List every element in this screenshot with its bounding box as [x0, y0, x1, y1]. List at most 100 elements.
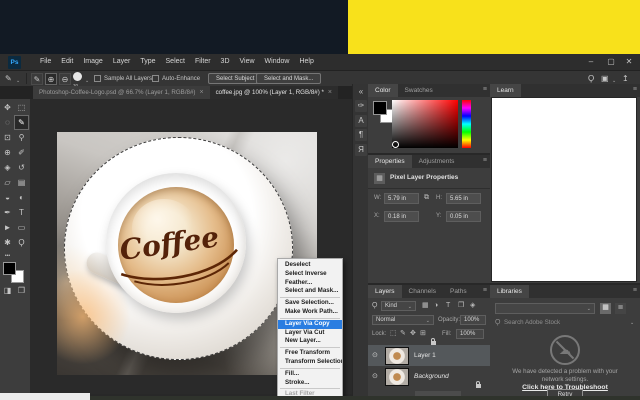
- context-menu-item-deselect[interactable]: Deselect: [278, 261, 342, 270]
- layer-visibility-eye-icon[interactable]: ⊙: [372, 352, 378, 359]
- close-tab-icon[interactable]: ×: [328, 86, 332, 99]
- layer-name[interactable]: Background: [414, 373, 449, 381]
- context-menu-item-select-inverse[interactable]: Select Inverse: [278, 270, 342, 279]
- tab-layers[interactable]: Layers: [368, 285, 402, 298]
- tab-properties[interactable]: Properties: [368, 155, 412, 168]
- zoom-tool[interactable]: Ϙ: [15, 236, 28, 249]
- foreground-color-swatch[interactable]: [3, 262, 16, 275]
- path-selection-tool[interactable]: ►: [1, 221, 14, 234]
- document-tab-active[interactable]: coffee.jpg @ 100% (Layer 1, RGB/8#) * ×: [210, 86, 338, 99]
- layer-filter-kind-dropdown[interactable]: Kind ⌄: [381, 301, 416, 311]
- eraser-tool[interactable]: ▱: [1, 176, 14, 189]
- lock-artboard-icon[interactable]: ⊞: [420, 329, 426, 339]
- layer-visibility-eye-icon[interactable]: ⊙: [372, 373, 378, 380]
- lock-transparency-icon[interactable]: ⬚: [390, 329, 397, 339]
- layer-thumbnail[interactable]: [385, 347, 409, 365]
- fill-dropdown[interactable]: 100%: [456, 329, 484, 339]
- clone-stamp-tool[interactable]: ◈: [1, 161, 14, 174]
- foreground-color-swatch[interactable]: [373, 101, 387, 115]
- minimize-button[interactable]: –: [582, 54, 600, 70]
- lock-paint-icon[interactable]: ✎: [400, 329, 406, 339]
- menu-type[interactable]: Type: [135, 54, 160, 70]
- panel-menu-icon[interactable]: ≡: [483, 86, 487, 93]
- context-menu-item-fill[interactable]: Fill...: [278, 370, 342, 379]
- panel-menu-icon[interactable]: ≡: [483, 287, 487, 294]
- paragraph-panel-icon[interactable]: ¶: [355, 129, 367, 141]
- filter-pixel-layers-icon[interactable]: ▦: [422, 301, 429, 311]
- select-subject-button[interactable]: Select Subject: [208, 73, 262, 84]
- context-menu-item-stroke[interactable]: Stroke...: [278, 379, 342, 388]
- menu-window[interactable]: Window: [260, 54, 295, 70]
- sample-all-layers-checkbox[interactable]: [94, 75, 101, 82]
- panel-menu-icon[interactable]: ≡: [633, 287, 637, 294]
- pen-tool[interactable]: ✒: [1, 206, 14, 219]
- library-selector-dropdown[interactable]: ⌄: [495, 303, 595, 314]
- context-menu-item-feather[interactable]: Feather...: [278, 279, 342, 288]
- layer-row-layer1[interactable]: ⊙ Layer 1: [368, 345, 490, 366]
- quick-mask-icon[interactable]: ◨: [1, 284, 14, 297]
- history-brush-tool[interactable]: ↺: [15, 161, 28, 174]
- width-field[interactable]: 5.79 in: [384, 193, 419, 204]
- filter-shape-layers-icon[interactable]: ❐: [458, 301, 464, 311]
- panel-menu-icon[interactable]: ≡: [633, 86, 637, 93]
- menu-layer[interactable]: Layer: [108, 54, 136, 70]
- filter-adjustment-layers-icon[interactable]: ◑: [434, 301, 438, 311]
- tab-color[interactable]: Color: [368, 84, 398, 97]
- context-menu-item-free-transform[interactable]: Free Transform: [278, 349, 342, 358]
- menu-image[interactable]: Image: [78, 54, 107, 70]
- brush-tool[interactable]: ✐: [15, 146, 28, 159]
- context-menu-item-save-selection[interactable]: Save Selection...: [278, 299, 342, 308]
- saturation-brightness-picker[interactable]: [392, 100, 458, 148]
- tab-channels[interactable]: Channels: [402, 285, 443, 298]
- link-dimensions-icon[interactable]: ⧉: [424, 193, 429, 203]
- filter-type-layers-icon[interactable]: T: [446, 301, 450, 311]
- tab-paths[interactable]: Paths: [443, 285, 474, 298]
- list-view-icon[interactable]: ≣: [615, 303, 626, 314]
- subtract-from-selection-mode-icon[interactable]: ⊖: [59, 73, 71, 85]
- quick-selection-tool[interactable]: ✎: [15, 116, 28, 129]
- select-and-mask-button[interactable]: Select and Mask...: [256, 73, 321, 84]
- maximize-button[interactable]: ▢: [602, 54, 620, 70]
- context-menu-item-layer-via-copy[interactable]: Layer Via Copy: [278, 320, 342, 329]
- menu-filter[interactable]: Filter: [190, 54, 216, 70]
- menu-3d[interactable]: 3D: [216, 54, 235, 70]
- marquee-tool[interactable]: ⬚: [15, 101, 28, 114]
- menu-help[interactable]: Help: [294, 54, 318, 70]
- tab-swatches[interactable]: Swatches: [398, 84, 440, 97]
- menu-file[interactable]: File: [35, 54, 56, 70]
- grid-view-icon[interactable]: ▦: [600, 303, 611, 314]
- layer-name[interactable]: Layer 1: [414, 352, 436, 360]
- hue-slider[interactable]: [462, 100, 471, 148]
- menu-edit[interactable]: Edit: [56, 54, 78, 70]
- opacity-dropdown[interactable]: 100%: [460, 315, 486, 325]
- filter-smart-objects-icon[interactable]: ◈: [470, 301, 475, 311]
- blur-tool[interactable]: ◒: [1, 191, 14, 204]
- auto-enhance-checkbox[interactable]: [152, 75, 159, 82]
- context-menu-item-transform-selection[interactable]: Transform Selection: [278, 358, 342, 367]
- close-tab-icon[interactable]: ×: [199, 86, 203, 99]
- document-tab-inactive[interactable]: Photoshop-Coffee-Logo.psd @ 66.7% (Layer…: [33, 86, 210, 99]
- close-button[interactable]: ✕: [620, 54, 638, 70]
- new-selection-mode-icon[interactable]: ✎: [31, 73, 43, 85]
- add-to-selection-mode-icon[interactable]: ⊕: [45, 73, 57, 85]
- crop-tool[interactable]: ⊡: [1, 131, 14, 144]
- x-field[interactable]: 0.18 in: [384, 211, 419, 222]
- context-menu-item-make-work-path[interactable]: Make Work Path...: [278, 308, 342, 317]
- hand-tool[interactable]: ✱: [1, 236, 14, 249]
- lasso-tool[interactable]: ◌: [1, 116, 14, 129]
- tool-preset-icon[interactable]: ✎: [5, 73, 12, 85]
- lock-position-icon[interactable]: ✥: [410, 329, 416, 339]
- blend-mode-dropdown[interactable]: Normal ⌄: [372, 315, 434, 325]
- brushes-panel-icon[interactable]: ✑: [355, 100, 367, 112]
- context-menu-item-select-and-mask[interactable]: Select and Mask...: [278, 287, 342, 296]
- height-field[interactable]: 5.65 in: [446, 193, 481, 204]
- layer-row-background[interactable]: ⊙ Background: [368, 366, 490, 387]
- menu-view[interactable]: View: [235, 54, 260, 70]
- glyphs-panel-icon[interactable]: Я: [355, 144, 367, 156]
- gradient-tool[interactable]: ▤: [15, 176, 28, 189]
- stock-search-input[interactable]: Search Adobe Stock: [504, 319, 560, 326]
- dodge-tool[interactable]: ◐: [15, 191, 28, 204]
- character-panel-icon[interactable]: A: [355, 115, 367, 127]
- menu-select[interactable]: Select: [161, 54, 190, 70]
- y-field[interactable]: 0.05 in: [446, 211, 481, 222]
